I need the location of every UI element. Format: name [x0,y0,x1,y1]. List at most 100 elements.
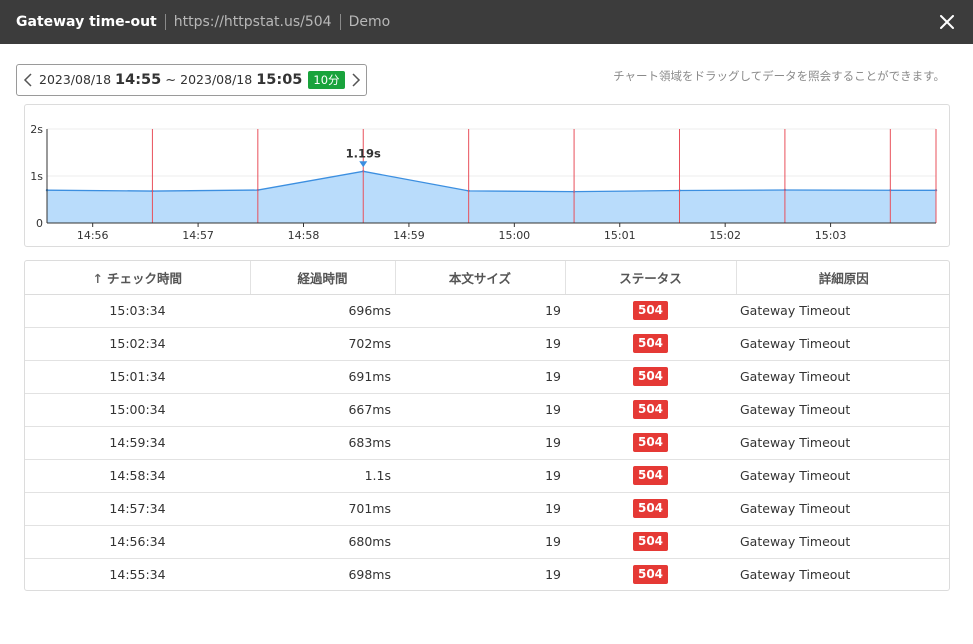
cell-check-time: 15:02:34 [25,326,250,360]
chevron-right-icon[interactable] [351,72,361,88]
cell-check-time: 14:56:34 [25,524,250,558]
cell-status: 504 [565,458,736,492]
title-bar: Gateway time-out https://httpstat.us/504… [0,0,973,44]
cell-body-size: 19 [395,524,565,558]
table-row[interactable]: 14:58:34 1.1s 19 504 Gateway Timeout [25,458,949,492]
cell-body-size: 19 [395,458,565,492]
duration-badge: 10分 [308,71,345,89]
x-tick-label: 15:01 [604,229,636,242]
y-tick-label: 2s [30,123,43,136]
cell-body-size: 19 [545,303,561,318]
cell-reason: Gateway Timeout [736,458,949,492]
series-area [47,171,936,223]
cell-elapsed: 680ms [250,524,395,558]
x-tick-label: 14:58 [288,229,320,242]
range-end-date: 2023/08/18 [180,72,253,87]
title-divider [164,14,166,30]
cell-status: 504 [565,524,736,558]
cell-reason: Gateway Timeout [740,303,851,318]
title-divider [339,14,341,30]
cell-body-size: 19 [395,392,565,426]
status-badge: 504 [632,565,669,585]
chart-hint: チャート領域をドラッグしてデータを照会することができます。 [613,69,945,83]
x-tick-label: 14:59 [393,229,425,242]
cell-status: 504 [565,491,736,525]
cell-elapsed: 696ms [348,303,391,318]
x-tick-label: 15:02 [709,229,741,242]
cell-reason: Gateway Timeout [736,557,949,590]
table-header-row: ↑ チェック時間 経過時間 本文サイズ ステータス 詳細原因 [25,261,949,295]
cell-elapsed: 701ms [250,491,395,525]
cell-reason: Gateway Timeout [736,326,949,360]
status-badge: 504 [632,466,669,485]
cell-reason: Gateway Timeout [736,392,949,426]
cell-reason: Gateway Timeout [736,491,949,525]
cell-body-size: 19 [395,359,565,393]
table-row[interactable]: 14:59:34 683ms 19 504 Gateway Timeout [25,425,949,459]
table-row[interactable]: 15:01:34 691ms 19 504 Gateway Timeout [25,359,949,393]
x-tick-label: 15:03 [815,229,847,242]
table-row[interactable]: 15:03:34 696ms 19 504 Gateway Timeout [25,294,949,327]
cell-body-size: 19 [395,425,565,459]
cell-elapsed: 702ms [250,326,395,360]
project-name: Demo [348,14,391,30]
cell-elapsed: 667ms [250,392,395,426]
header-status[interactable]: ステータス [565,261,737,295]
table-row[interactable]: 15:00:34 667ms 19 504 Gateway Timeout [25,392,949,426]
cell-check-time: 15:01:34 [25,359,250,393]
cell-reason: Gateway Timeout [736,425,949,459]
cell-check-time: 15:03:34 [109,303,166,318]
cell-check-time: 14:59:34 [25,425,250,459]
window-title: Gateway time-out [16,14,157,30]
table-row[interactable]: 14:56:34 680ms 19 504 Gateway Timeout [25,524,949,558]
table-row[interactable]: 14:55:34 698ms 19 504 Gateway Timeout [25,557,949,590]
cell-body-size: 19 [395,491,565,525]
range-separator: ~ [165,73,177,88]
peak-marker-icon [359,161,368,168]
header-body-size[interactable]: 本文サイズ [395,261,566,295]
cell-reason: Gateway Timeout [736,524,949,558]
cell-elapsed: 698ms [250,557,395,590]
header-elapsed[interactable]: 経過時間 [250,261,396,295]
x-tick-label: 15:00 [498,229,530,242]
time-range-selector[interactable]: 2023/08/18 14:55 ~ 2023/08/18 15:05 10分 [16,64,367,96]
x-tick-label: 14:57 [182,229,214,242]
y-tick-label: 0 [36,217,43,230]
table-row[interactable]: 14:57:34 701ms 19 504 Gateway Timeout [25,491,949,525]
range-start-date: 2023/08/18 [39,72,112,87]
cell-body-size: 19 [395,557,565,590]
status-badge: 504 [632,367,669,386]
cell-elapsed: 691ms [250,359,395,393]
cell-status: 504 [565,359,736,393]
range-end-time: 15:05 [256,72,303,88]
status-badge: 504 [632,334,669,353]
cell-check-time: 15:00:34 [25,392,250,426]
header-reason[interactable]: 詳細原因 [736,261,949,295]
cell-elapsed: 1.1s [250,458,395,492]
response-time-chart[interactable]: 0 1s 2s 14:56 14:57 14:58 14:59 15:00 15:01 15:02… [24,104,950,247]
status-badge: 504 [632,499,669,518]
status-badge: 504 [632,433,669,452]
results-table-panel: ↑ チェック時間 経過時間 本文サイズ ステータス 詳細原因 15:03:34 69… [24,260,950,591]
table-row[interactable]: 15:02:34 702ms 19 504 Gateway Timeout [25,326,949,360]
cell-check-time: 14:57:34 [25,491,250,525]
status-badge: 504 [632,400,669,419]
x-tick-label: 14:56 [77,229,109,242]
y-tick-label: 1s [30,170,43,183]
cell-elapsed: 683ms [250,425,395,459]
cell-check-time: 14:58:34 [25,458,250,492]
close-icon[interactable] [935,10,959,34]
peak-label: 1.19s [346,146,381,160]
chevron-left-icon[interactable] [23,72,33,88]
cell-body-size: 19 [395,326,565,360]
cell-reason: Gateway Timeout [736,359,949,393]
chart-svg[interactable]: 0 1s 2s 14:56 14:57 14:58 14:59 15:00 15:01 15:02… [25,105,951,248]
range-text: 2023/08/18 14:55 ~ 2023/08/18 15:05 10分 [39,71,345,89]
status-badge: 504 [632,532,669,551]
cell-check-time: 14:55:34 [25,557,250,590]
window-url: https://httpstat.us/504 [173,14,332,30]
header-check-time[interactable]: ↑ チェック時間 [25,261,251,295]
status-badge: 504 [632,301,669,320]
cell-status: 504 [565,326,736,360]
cell-status: 504 [565,294,736,327]
